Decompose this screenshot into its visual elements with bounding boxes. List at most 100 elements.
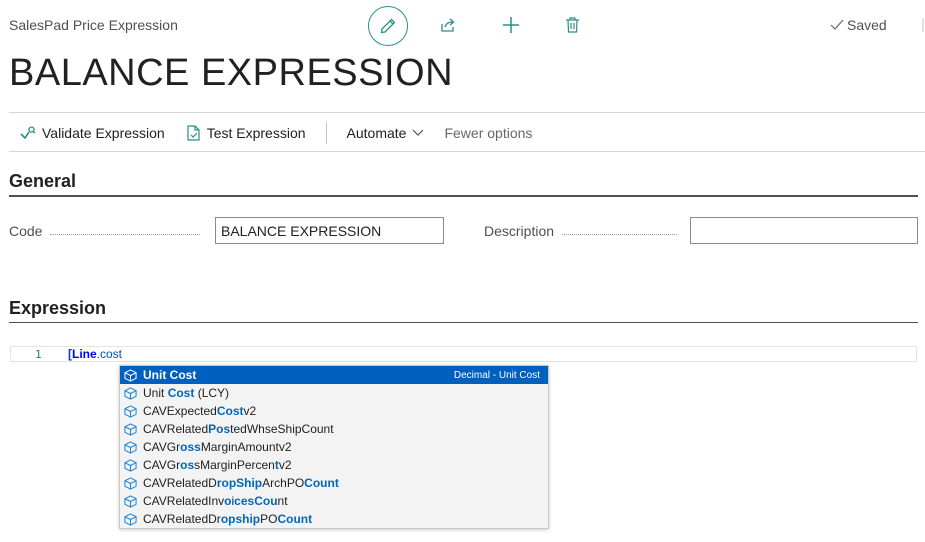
code-label: Code (9, 223, 209, 239)
suggestion-segment: Pos (208, 422, 231, 436)
suggestion-detail: Decimal - Unit Cost (453, 369, 540, 381)
page-title: BALANCE EXPRESSION (9, 52, 454, 94)
code-label-text: Code (9, 223, 43, 239)
suggestion-segment: sMarginPercen (194, 458, 275, 472)
suggestion-segment: CAVRelatedDr (143, 512, 221, 526)
suggestion-segment: nt (277, 494, 288, 508)
leader-dots (50, 233, 201, 235)
suggestion-item[interactable]: CAVRelatedDropShipArchPOCount (120, 474, 548, 492)
suggestion-segment: cesCou (234, 494, 278, 508)
suggestion-segment: ArchPO (262, 476, 305, 490)
suggestion-segment: MarginAmount (200, 440, 279, 454)
code-line: [Line.cost (68, 347, 122, 361)
validate-expression-label: Validate Expression (42, 125, 165, 141)
description-label: Description (484, 223, 684, 239)
trash-icon (565, 17, 579, 33)
suggestion-label: CAVRelatedDropshipPOCount (143, 512, 312, 526)
divider (922, 18, 924, 32)
suggestion-segment: CAVGr (143, 440, 181, 454)
suggestion-segment: tedWhseShipCount (230, 422, 334, 436)
suggestion-segment: Unit (143, 368, 170, 382)
suggestion-label: Unit Cost (143, 368, 196, 382)
suggestion-label: CAVRelatedPostedWhseShipCount (143, 422, 334, 436)
suggestion-label: CAVGrossMarginPercentv2 (143, 458, 292, 472)
leader-dots (562, 233, 678, 235)
code-input[interactable] (215, 217, 444, 244)
general-heading[interactable]: General (9, 171, 76, 192)
property-cube-icon (124, 458, 137, 472)
test-document-icon (187, 125, 200, 141)
suggestion-segment: 2 (284, 440, 292, 454)
suggestion-item[interactable]: CAVRelatedDropshipPOCount (120, 510, 548, 528)
suggestion-segment: (LCY) (194, 386, 230, 400)
suggestion-item[interactable]: CAVRelatedPostedWhseShipCount (120, 420, 548, 438)
suggestion-segment: os (180, 458, 195, 472)
suggestion-item[interactable]: CAVGrossMarginPercentv2 (120, 456, 548, 474)
suggestion-label: CAVRelatedInvoicesCount (143, 494, 288, 508)
suggestion-segment: CAVExpected (143, 404, 217, 418)
suggestion-label: CAVExpectedCostv2 (143, 404, 256, 418)
suggestion-item[interactable]: CAVGrossMarginAmountv2 (120, 438, 548, 456)
description-label-text: Description (484, 223, 555, 239)
suggestion-label: Unit Cost (LCY) (143, 386, 229, 400)
suggestion-segment: CAVGr (143, 458, 181, 472)
automate-label: Automate (346, 125, 407, 141)
fewer-options-button[interactable]: Fewer options (444, 125, 532, 141)
share-button[interactable] (429, 6, 467, 44)
suggestion-segment: opship (220, 512, 261, 526)
suggestion-segment: CAVRelatedInv (143, 494, 225, 508)
validate-expression-button[interactable]: Validate Expression (20, 125, 165, 141)
suggestion-item[interactable]: CAVRelatedInvoicesCount (120, 492, 548, 510)
line-number: 1 (35, 348, 42, 361)
expression-editor[interactable]: 1 [Line.cost (10, 346, 917, 362)
saved-status: Saved (830, 17, 887, 33)
suggestion-segment: oss (180, 440, 201, 454)
page-caption: SalesPad Price Expression (9, 17, 178, 33)
code-keyword: Line (72, 347, 97, 361)
share-icon (441, 18, 455, 32)
section-divider (9, 195, 918, 197)
section-divider (9, 322, 918, 323)
edit-button[interactable] (368, 6, 408, 46)
new-button[interactable] (492, 6, 530, 44)
suggestion-segment: Cost (169, 368, 197, 382)
property-cube-icon (124, 512, 137, 526)
suggestion-segment: ropShip (216, 476, 263, 490)
suggestion-segment: PO (260, 512, 278, 526)
suggestion-item[interactable]: Unit Cost (LCY) (120, 384, 548, 402)
suggestion-item[interactable]: CAVExpectedCostv2 (120, 402, 548, 420)
property-cube-icon (124, 476, 137, 490)
suggestion-segment: CAVRelatedD (143, 476, 217, 490)
divider (9, 151, 925, 152)
checkmark-icon (830, 19, 844, 30)
action-bar: Validate Expression Test Expression Auto… (9, 118, 532, 148)
divider (9, 112, 925, 113)
code-member: .cost (96, 347, 123, 361)
suggestion-item[interactable]: Unit Cost Decimal - Unit Cost (120, 366, 548, 384)
suggestion-label: CAVRelatedDropShipArchPOCount (143, 476, 339, 490)
property-cube-icon (124, 404, 137, 418)
fewer-options-label: Fewer options (444, 125, 533, 141)
suggestion-segment: Count (277, 512, 313, 526)
pencil-icon (380, 18, 396, 34)
test-expression-label: Test Expression (206, 125, 306, 141)
plus-icon (503, 17, 519, 33)
delete-button[interactable] (553, 6, 591, 44)
property-cube-icon (124, 440, 137, 454)
suggestion-segment: Cost (167, 386, 195, 400)
chevron-down-icon (413, 129, 424, 136)
suggestion-list: Unit Cost Decimal - Unit Cost Unit Cost (L… (119, 365, 549, 529)
suggestion-segment: v2 (243, 404, 257, 418)
suggestion-segment: Cost (216, 404, 244, 418)
test-expression-button[interactable]: Test Expression (187, 125, 306, 141)
property-cube-icon (124, 368, 137, 382)
suggestion-segment: v2 (278, 458, 292, 472)
automate-menu[interactable]: Automate (347, 125, 425, 141)
saved-label: Saved (847, 17, 887, 33)
description-input[interactable] (690, 217, 918, 244)
suggestion-label: CAVGrossMarginAmountv2 (143, 440, 292, 454)
suggestion-segment: o (224, 494, 232, 508)
action-separator (325, 122, 327, 144)
expression-heading[interactable]: Expression (9, 298, 106, 319)
property-cube-icon (124, 494, 137, 508)
